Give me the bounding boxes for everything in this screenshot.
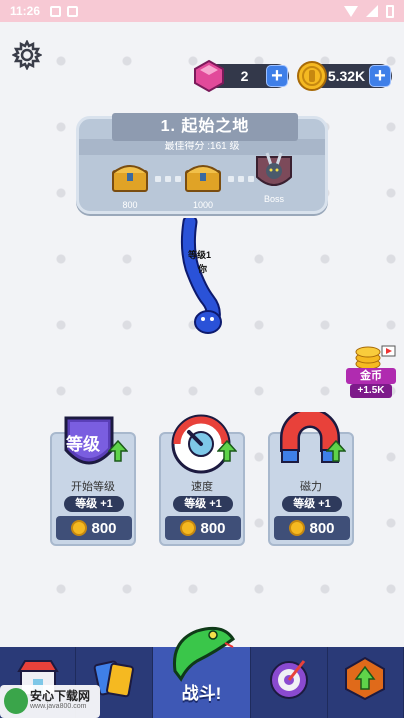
upgrade-cost: 800	[200, 519, 226, 537]
settings-gear-icon[interactable]	[12, 40, 42, 70]
upgrade-gem-icon	[345, 656, 386, 701]
notification-icon	[67, 5, 79, 17]
upgrade-name: 速度	[191, 481, 213, 493]
battery-icon	[386, 4, 394, 18]
gold-coin-icon	[297, 61, 327, 91]
upgrade-card-magnet[interactable]: 磁力 等级 +1 800	[268, 412, 354, 546]
level-title: 1. 起始之地	[112, 113, 298, 141]
gem-count: 2	[240, 68, 249, 84]
gold-coin-icon	[71, 520, 88, 536]
watermark-logo-icon	[4, 688, 28, 714]
signal-icon	[366, 5, 378, 17]
gold-reward-label: 金币	[346, 368, 396, 384]
status-bar: 11:26	[0, 0, 404, 22]
upgrade-level: 等级 +1	[282, 496, 342, 512]
treasure-chest-icon	[185, 165, 221, 192]
gold-coin-icon	[289, 520, 306, 536]
upgrade-name: 磁力	[300, 481, 322, 493]
upgrade-card-speed[interactable]: 速度 等级 +1 800	[159, 414, 245, 546]
upgrade-card-start-level[interactable]: 等级 开始等级 等级 +1 800	[50, 416, 136, 546]
upgrade-cost: 800	[91, 519, 117, 537]
gem-icon	[194, 59, 224, 93]
notification-icon	[50, 5, 62, 17]
gold-coin-icon	[180, 520, 197, 536]
milestone-chest-2: 1000	[180, 159, 226, 210]
milestone-label: 1000	[192, 200, 214, 210]
upgrade-name: 开始等级	[71, 481, 115, 493]
status-time: 11:26	[10, 4, 41, 18]
add-gems-button[interactable]: +	[266, 65, 288, 87]
milestone-label: Boss	[263, 194, 284, 204]
target-icon	[270, 660, 309, 699]
gold-count: 5.32K	[327, 68, 366, 84]
milestone-dots	[155, 176, 181, 182]
nav-upgrade[interactable]	[328, 647, 404, 718]
level-panel[interactable]: 最佳得分 :161 级 1. 起始之地 800 1000 Boss	[76, 113, 328, 214]
watermark-title: 安心下载网	[30, 689, 91, 703]
battle-button-label: 战斗!	[181, 684, 222, 703]
coin-stack-icon	[355, 345, 396, 370]
treasure-chest-icon	[112, 165, 148, 192]
upgrade-arrow-icon	[326, 440, 346, 462]
level-badge-text: 等级	[66, 435, 100, 454]
gold-video-reward[interactable]: 金币 +1.5K	[346, 344, 398, 400]
upgrade-cost-button[interactable]: 800	[56, 516, 132, 540]
snake-level-label: 等级1	[188, 250, 212, 260]
gold-reward-amount: +1.5K	[350, 384, 392, 398]
add-gold-button[interactable]: +	[369, 65, 391, 87]
upgrade-cost-button[interactable]: 800	[165, 516, 241, 540]
wifi-icon	[344, 5, 358, 17]
milestone-chest-1: 800	[107, 159, 153, 210]
upgrade-arrow-icon	[108, 440, 128, 462]
upgrade-cost-button[interactable]: 800	[274, 516, 350, 540]
upgrade-arrow-icon	[217, 440, 237, 462]
upgrade-level: 等级 +1	[173, 496, 233, 512]
milestone-boss: Boss	[251, 149, 297, 204]
boss-dragon-icon	[256, 152, 292, 186]
upgrade-level: 等级 +1	[64, 496, 124, 512]
watermark-url: www.java800.com	[30, 703, 87, 710]
nav-battle[interactable]: 战斗!	[152, 626, 252, 718]
watermark: 安心下载网 www.java800.com	[0, 685, 100, 718]
nav-target[interactable]	[251, 647, 328, 718]
upgrade-cost: 800	[309, 519, 335, 537]
snake-player-label: 你	[198, 264, 208, 274]
player-snake	[180, 218, 222, 334]
snake-head-icon	[172, 626, 235, 682]
milestone-label: 800	[122, 200, 138, 210]
